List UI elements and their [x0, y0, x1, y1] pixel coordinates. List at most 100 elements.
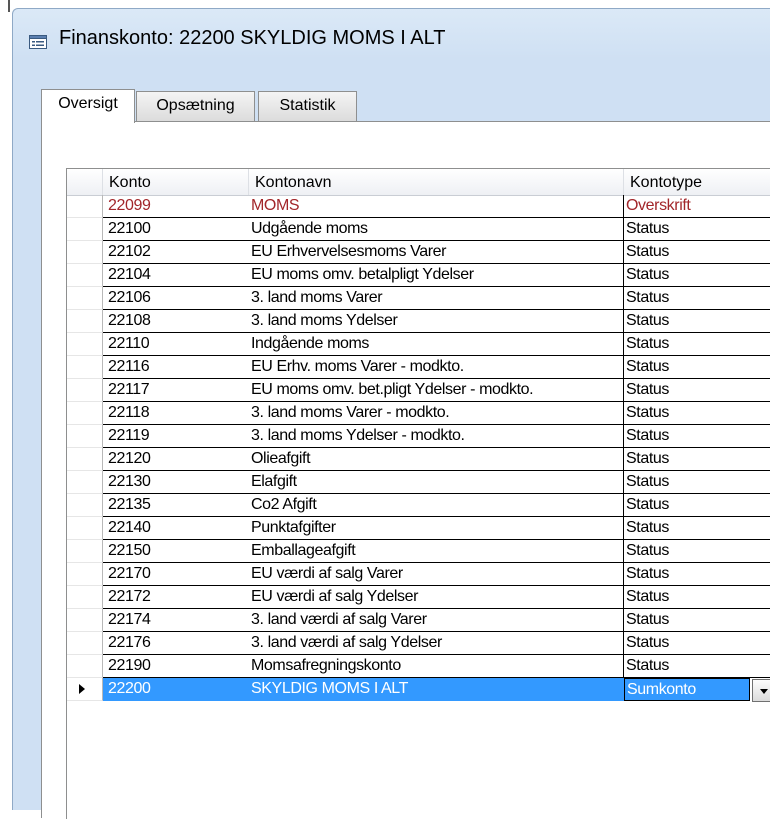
tab-opsaetning[interactable]: Opsætning [136, 91, 255, 121]
cell-kontonavn[interactable]: Co2 Afgift [249, 494, 624, 517]
row-selector[interactable] [67, 310, 103, 333]
cell-kontotype[interactable]: Overskrift [624, 195, 770, 218]
cell-konto[interactable]: 22117 [103, 379, 249, 402]
table-row[interactable]: 22117 EU moms omv. bet.pligt Ydelser - mo… [67, 379, 770, 402]
table-row[interactable]: 22174 3. land værdi af salg Varer Status [67, 609, 770, 632]
table-row[interactable]: 22119 3. land moms Ydelser - modkto. Statu… [67, 425, 770, 448]
table-row[interactable]: 22104 EU moms omv. betalpligt Ydelser Stat… [67, 264, 770, 287]
table-row[interactable]: 22100 Udgående moms Status [67, 218, 770, 241]
cell-kontonavn[interactable]: 3. land moms Varer - modkto. [249, 402, 624, 425]
cell-kontotype[interactable]: Status [624, 609, 770, 632]
cell-konto[interactable]: 22106 [103, 287, 249, 310]
cell-kontotype[interactable]: Status [624, 586, 770, 609]
cell-konto[interactable]: 22190 [103, 655, 249, 678]
cell-kontotype[interactable]: Status [624, 310, 770, 333]
cell-kontotype[interactable]: Status [624, 448, 770, 471]
row-selector[interactable] [67, 517, 103, 540]
table-row[interactable]: 22108 3. land moms Ydelser Status [67, 310, 770, 333]
cell-kontotype[interactable]: Status [624, 471, 770, 494]
table-row[interactable]: 22106 3. land moms Varer Status [67, 287, 770, 310]
tab-oversigt[interactable]: Oversigt [41, 89, 135, 123]
cell-konto[interactable]: 22170 [103, 563, 249, 586]
cell-konto[interactable]: 22176 [103, 632, 249, 655]
cell-kontonavn[interactable]: MOMS [249, 195, 624, 218]
table-row[interactable]: 22120 Olieafgift Status [67, 448, 770, 471]
table-row[interactable]: 22170 EU værdi af salg Varer Status [67, 563, 770, 586]
cell-kontonavn[interactable]: Indgående moms [249, 333, 624, 356]
table-row[interactable]: 22200 SKYLDIG MOMS I ALT Sumkonto [67, 678, 770, 702]
cell-kontonavn[interactable]: SKYLDIG MOMS I ALT [249, 678, 624, 701]
cell-konto[interactable]: 22116 [103, 356, 249, 379]
row-selector[interactable] [67, 218, 103, 241]
cell-kontonavn[interactable]: 3. land moms Varer [249, 287, 624, 310]
cell-kontotype[interactable]: Status [624, 287, 770, 310]
row-selector[interactable] [67, 264, 103, 287]
cell-kontotype[interactable]: Status [624, 517, 770, 540]
cell-kontonavn[interactable]: 3. land moms Ydelser [249, 310, 624, 333]
row-selector[interactable] [67, 471, 103, 494]
cell-konto[interactable]: 22140 [103, 517, 249, 540]
table-row[interactable]: 22116 EU Erhv. moms Varer - modkto. Status [67, 356, 770, 379]
cell-konto[interactable]: 22119 [103, 425, 249, 448]
cell-kontonavn[interactable]: EU Erhvervelsesmoms Varer [249, 241, 624, 264]
cell-kontonavn[interactable]: 3. land moms Ydelser - modkto. [249, 425, 624, 448]
cell-kontotype[interactable]: Status [624, 264, 770, 287]
tab-statistik[interactable]: Statistik [258, 91, 357, 121]
cell-konto[interactable]: 22100 [103, 218, 249, 241]
cell-kontonavn[interactable]: EU moms omv. bet.pligt Ydelser - modkto. [249, 379, 624, 402]
table-row[interactable]: 22135 Co2 Afgift Status [67, 494, 770, 517]
cell-kontotype[interactable]: Status [624, 356, 770, 379]
cell-kontonavn[interactable]: 3. land værdi af salg Ydelser [249, 632, 624, 655]
cell-konto[interactable]: 22102 [103, 241, 249, 264]
table-row[interactable]: 22140 Punktafgifter Status [67, 517, 770, 540]
cell-konto[interactable]: 22108 [103, 310, 249, 333]
row-selector[interactable] [67, 425, 103, 448]
cell-kontotype[interactable]: Status [624, 655, 770, 678]
table-row[interactable]: 22190 Momsafregningskonto Status [67, 655, 770, 678]
row-selector[interactable] [67, 632, 103, 655]
table-row[interactable]: 22176 3. land værdi af salg Ydelser Status [67, 632, 770, 655]
cell-kontonavn[interactable]: EU moms omv. betalpligt Ydelser [249, 264, 624, 287]
cell-kontonavn[interactable]: Udgående moms [249, 218, 624, 241]
cell-kontonavn[interactable]: Elafgift [249, 471, 624, 494]
cell-konto[interactable]: 22200 [103, 678, 249, 701]
cell-kontotype[interactable]: Status [624, 241, 770, 264]
cell-kontotype[interactable]: Status [624, 632, 770, 655]
kontotype-dropdown-button[interactable] [752, 679, 770, 702]
table-row[interactable]: 22110 Indgående moms Status [67, 333, 770, 356]
title-bar[interactable]: Finanskonto: 22200 SKYLDIG MOMS I ALT [13, 9, 770, 69]
row-selector[interactable] [67, 563, 103, 586]
cell-kontotype[interactable]: Status [624, 218, 770, 241]
row-selector[interactable] [67, 586, 103, 609]
cell-konto[interactable]: 22150 [103, 540, 249, 563]
row-selector[interactable] [67, 287, 103, 310]
cell-konto[interactable]: 22120 [103, 448, 249, 471]
row-selector[interactable] [67, 333, 103, 356]
column-header-kontonavn[interactable]: Kontonavn [249, 169, 624, 195]
row-selector[interactable] [67, 655, 103, 678]
row-selector[interactable] [67, 678, 103, 701]
row-selector[interactable] [67, 241, 103, 264]
cell-kontotype[interactable]: Status [624, 540, 770, 563]
table-row[interactable]: 22099 MOMS Overskrift [67, 195, 770, 218]
row-selector[interactable] [67, 195, 103, 218]
row-selector[interactable] [67, 402, 103, 425]
column-header-konto[interactable]: Konto [103, 169, 249, 195]
cell-konto[interactable]: 22118 [103, 402, 249, 425]
cell-konto[interactable]: 22099 [103, 195, 249, 218]
row-selector[interactable] [67, 379, 103, 402]
cell-kontonavn[interactable]: Emballageafgift [249, 540, 624, 563]
cell-kontotype[interactable]: Status [624, 402, 770, 425]
table-row[interactable]: 22130 Elafgift Status [67, 471, 770, 494]
cell-kontotype[interactable]: Status [624, 379, 770, 402]
table-row[interactable]: 22102 EU Erhvervelsesmoms Varer Status [67, 241, 770, 264]
table-row[interactable]: 22150 Emballageafgift Status [67, 540, 770, 563]
cell-kontonavn[interactable]: EU Erhv. moms Varer - modkto. [249, 356, 624, 379]
cell-konto[interactable]: 22104 [103, 264, 249, 287]
row-selector[interactable] [67, 448, 103, 471]
row-selector[interactable] [67, 540, 103, 563]
cell-kontonavn[interactable]: EU værdi af salg Varer [249, 563, 624, 586]
cell-kontotype[interactable]: Status [624, 333, 770, 356]
cell-kontonavn[interactable]: 3. land værdi af salg Varer [249, 609, 624, 632]
cell-kontonavn[interactable]: EU værdi af salg Ydelser [249, 586, 624, 609]
